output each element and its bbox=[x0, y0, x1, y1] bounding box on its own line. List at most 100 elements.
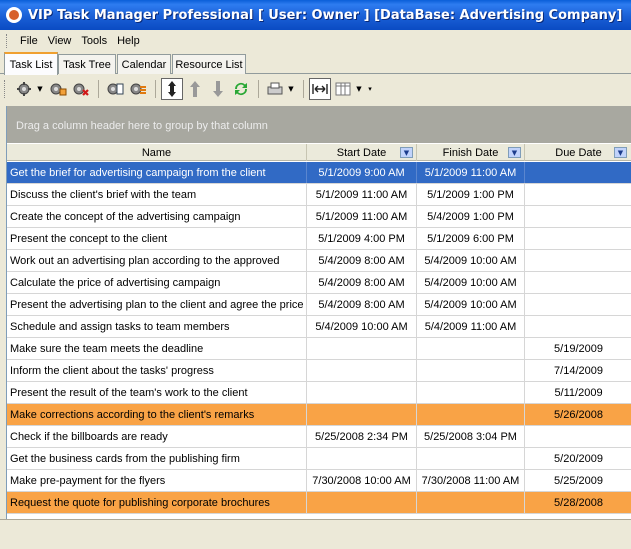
finish-date-cell[interactable]: 5/4/2009 11:00 AM bbox=[417, 316, 525, 337]
move-down-icon[interactable] bbox=[207, 78, 229, 100]
due-date-cell[interactable] bbox=[525, 162, 631, 183]
due-date-cell[interactable] bbox=[525, 316, 631, 337]
refresh-icon[interactable] bbox=[230, 78, 252, 100]
table-row[interactable]: Create the concept of the advertising ca… bbox=[7, 206, 631, 228]
start-date-cell[interactable]: 5/4/2009 10:00 AM bbox=[307, 316, 417, 337]
task-name-cell[interactable]: Present the result of the team's work to… bbox=[7, 382, 307, 403]
due-date-cell[interactable] bbox=[525, 426, 631, 447]
due-date-cell[interactable] bbox=[525, 272, 631, 293]
finish-date-cell[interactable]: 5/4/2009 10:00 AM bbox=[417, 250, 525, 271]
start-date-cell[interactable]: 5/1/2009 4:00 PM bbox=[307, 228, 417, 249]
print-icon[interactable] bbox=[264, 78, 286, 100]
start-date-cell[interactable]: 5/25/2008 2:34 PM bbox=[307, 426, 417, 447]
table-row[interactable]: Make corrections according to the client… bbox=[7, 404, 631, 426]
start-date-cell[interactable]: 5/4/2009 8:00 AM bbox=[307, 272, 417, 293]
finish-date-cell[interactable] bbox=[417, 404, 525, 425]
due-date-cell[interactable]: 5/20/2009 bbox=[525, 448, 631, 469]
new-task-dropdown-icon[interactable]: ▼ bbox=[36, 85, 44, 93]
tab-task-list[interactable]: Task List bbox=[4, 52, 58, 75]
group-by-panel[interactable]: Drag a column header here to group by th… bbox=[7, 106, 631, 143]
due-date-cell[interactable]: 5/26/2008 bbox=[525, 404, 631, 425]
menu-help[interactable]: Help bbox=[112, 35, 145, 47]
task-name-cell[interactable]: Make corrections according to the client… bbox=[7, 404, 307, 425]
table-row[interactable]: Make pre-payment for the flyers 7/30/2008… bbox=[7, 470, 631, 492]
start-date-cell[interactable]: 5/1/2009 9:00 AM bbox=[307, 162, 417, 183]
due-date-cell[interactable] bbox=[525, 206, 631, 227]
task-properties-icon[interactable] bbox=[104, 78, 126, 100]
finish-date-cell[interactable]: 5/4/2009 10:00 AM bbox=[417, 272, 525, 293]
due-date-cell[interactable]: 5/25/2009 bbox=[525, 470, 631, 491]
due-date-cell[interactable] bbox=[525, 250, 631, 271]
due-date-filter-icon[interactable]: ▼ bbox=[614, 147, 627, 158]
start-date-cell[interactable] bbox=[307, 404, 417, 425]
start-date-cell[interactable]: 5/4/2009 8:00 AM bbox=[307, 294, 417, 315]
table-row[interactable]: Schedule and assign tasks to team member… bbox=[7, 316, 631, 338]
edit-task-icon[interactable] bbox=[47, 78, 69, 100]
table-row[interactable]: Get the business cards from the publishi… bbox=[7, 448, 631, 470]
table-row[interactable]: Check if the billboards are ready 5/25/20… bbox=[7, 426, 631, 448]
task-name-cell[interactable]: Present the advertising plan to the clie… bbox=[7, 294, 307, 315]
task-name-cell[interactable]: Calculate the price of advertising campa… bbox=[7, 272, 307, 293]
finish-date-cell[interactable]: 5/4/2009 10:00 AM bbox=[417, 294, 525, 315]
table-row[interactable]: Present the advertising plan to the clie… bbox=[7, 294, 631, 316]
start-date-cell[interactable]: 7/30/2008 10:00 AM bbox=[307, 470, 417, 491]
finish-date-cell[interactable] bbox=[417, 382, 525, 403]
finish-date-cell[interactable] bbox=[417, 360, 525, 381]
table-row[interactable]: Make sure the team meets the deadline 5/1… bbox=[7, 338, 631, 360]
due-date-cell[interactable] bbox=[525, 184, 631, 205]
start-date-cell[interactable]: 5/1/2009 11:00 AM bbox=[307, 206, 417, 227]
due-date-cell[interactable]: 5/28/2008 bbox=[525, 492, 631, 513]
task-name-cell[interactable]: Request the quote for publishing corpora… bbox=[7, 492, 307, 513]
table-row[interactable]: Get the brief for advertising campaign f… bbox=[7, 162, 631, 184]
task-name-cell[interactable]: Present the concept to the client bbox=[7, 228, 307, 249]
task-name-cell[interactable]: Make sure the team meets the deadline bbox=[7, 338, 307, 359]
table-row[interactable]: Request the quote for publishing corpora… bbox=[7, 492, 631, 514]
menu-view[interactable]: View bbox=[43, 35, 77, 47]
task-name-cell[interactable]: Schedule and assign tasks to team member… bbox=[7, 316, 307, 337]
print-dropdown-icon[interactable]: ▼ bbox=[287, 85, 295, 93]
tab-resource-list[interactable]: Resource List bbox=[172, 54, 246, 74]
start-date-cell[interactable] bbox=[307, 448, 417, 469]
tab-task-tree[interactable]: Task Tree bbox=[58, 54, 116, 74]
task-status-icon[interactable] bbox=[127, 78, 149, 100]
task-name-cell[interactable]: Get the brief for advertising campaign f… bbox=[7, 162, 307, 183]
finish-date-cell[interactable]: 5/1/2009 11:00 AM bbox=[417, 162, 525, 183]
new-task-icon[interactable] bbox=[13, 78, 35, 100]
menu-file[interactable]: File bbox=[15, 35, 43, 47]
due-date-cell[interactable]: 5/19/2009 bbox=[525, 338, 631, 359]
task-name-cell[interactable]: Get the business cards from the publishi… bbox=[7, 448, 307, 469]
finish-date-cell[interactable]: 5/1/2009 1:00 PM bbox=[417, 184, 525, 205]
table-row[interactable]: Discuss the client's brief with the team… bbox=[7, 184, 631, 206]
finish-date-cell[interactable] bbox=[417, 338, 525, 359]
finish-date-cell[interactable]: 5/4/2009 1:00 PM bbox=[417, 206, 525, 227]
task-name-cell[interactable]: Work out an advertising plan according t… bbox=[7, 250, 307, 271]
start-date-cell[interactable]: 5/4/2009 8:00 AM bbox=[307, 250, 417, 271]
start-date-cell[interactable] bbox=[307, 492, 417, 513]
column-header-name[interactable]: Name bbox=[7, 144, 307, 161]
table-row[interactable]: Present the concept to the client 5/1/200… bbox=[7, 228, 631, 250]
table-row[interactable]: Present the result of the team's work to… bbox=[7, 382, 631, 404]
sort-icon[interactable] bbox=[161, 78, 183, 100]
tab-calendar[interactable]: Calendar bbox=[117, 54, 171, 74]
title-bar[interactable]: VIP Task Manager Professional [ User: Ow… bbox=[0, 0, 631, 30]
start-date-cell[interactable] bbox=[307, 360, 417, 381]
start-date-cell[interactable] bbox=[307, 338, 417, 359]
menu-tools[interactable]: Tools bbox=[76, 35, 112, 47]
table-row[interactable]: Work out an advertising plan according t… bbox=[7, 250, 631, 272]
finish-date-cell[interactable]: 7/30/2008 11:00 AM bbox=[417, 470, 525, 491]
toolbar-overflow-icon[interactable]: ▾ bbox=[366, 85, 374, 93]
start-date-cell[interactable] bbox=[307, 382, 417, 403]
due-date-cell[interactable]: 7/14/2009 bbox=[525, 360, 631, 381]
finish-date-cell[interactable] bbox=[417, 492, 525, 513]
table-row[interactable]: Inform the client about the tasks' progr… bbox=[7, 360, 631, 382]
task-name-cell[interactable]: Inform the client about the tasks' progr… bbox=[7, 360, 307, 381]
due-date-cell[interactable] bbox=[525, 294, 631, 315]
task-name-cell[interactable]: Create the concept of the advertising ca… bbox=[7, 206, 307, 227]
start-date-cell[interactable]: 5/1/2009 11:00 AM bbox=[307, 184, 417, 205]
columns-dropdown-icon[interactable]: ▼ bbox=[355, 85, 363, 93]
task-name-cell[interactable]: Check if the billboards are ready bbox=[7, 426, 307, 447]
task-name-cell[interactable]: Discuss the client's brief with the team bbox=[7, 184, 307, 205]
task-name-cell[interactable]: Make pre-payment for the flyers bbox=[7, 470, 307, 491]
start-date-filter-icon[interactable]: ▼ bbox=[400, 147, 413, 158]
due-date-cell[interactable]: 5/11/2009 bbox=[525, 382, 631, 403]
